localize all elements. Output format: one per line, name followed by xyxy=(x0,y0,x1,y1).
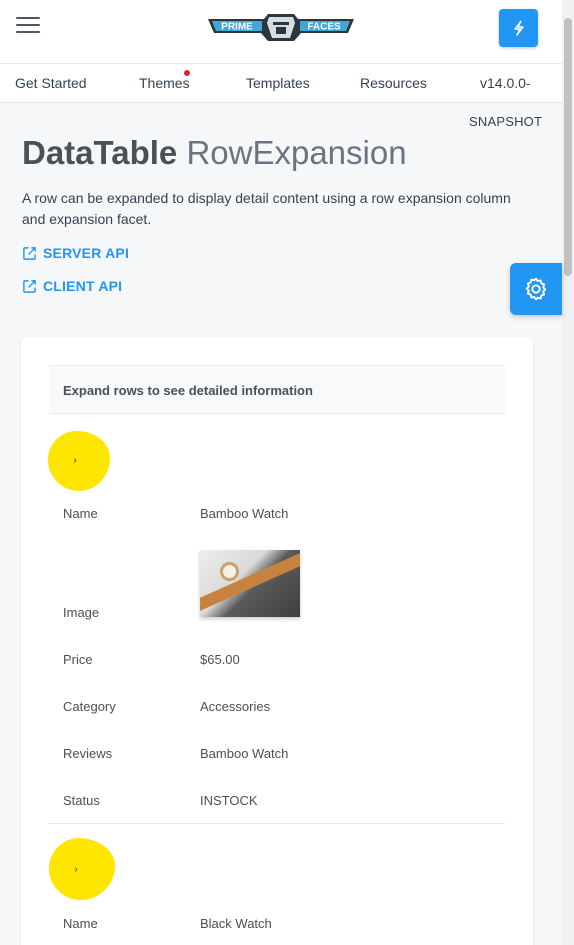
menu-bar: Get Started Themes Templates Resources v… xyxy=(0,64,562,103)
menu-item-version[interactable]: v14.0.0- xyxy=(480,75,531,91)
menu-item-templates[interactable]: Templates xyxy=(246,75,310,91)
server-api-label: SERVER API xyxy=(43,245,130,261)
page-title: DataTable RowExpansion xyxy=(22,134,407,172)
menu-item-get-started[interactable]: Get Started xyxy=(15,75,87,91)
logo-text-faces: FACES xyxy=(307,22,341,33)
client-api-link[interactable]: CLIENT API xyxy=(22,278,122,294)
scrollbar[interactable] xyxy=(562,0,574,945)
top-bar: PRIME FACES xyxy=(0,0,562,64)
detail-label-status: Status xyxy=(63,793,100,808)
external-link-icon xyxy=(23,246,36,260)
detail-label-name: Name xyxy=(63,506,98,521)
lightning-icon xyxy=(513,20,524,36)
logo-text-prime: PRIME xyxy=(221,22,253,33)
version-snapshot-label[interactable]: SNAPSHOT xyxy=(469,114,542,129)
hamburger-menu-icon[interactable] xyxy=(16,15,40,35)
notification-dot xyxy=(184,70,190,76)
detail-label-image: Image xyxy=(63,605,100,620)
row-toggler-icon[interactable]: › xyxy=(68,861,84,877)
detail-label-name: Name xyxy=(63,916,98,931)
page-title-light: RowExpansion xyxy=(186,134,407,171)
row-toggler-icon[interactable]: › xyxy=(67,452,83,468)
table-header-text: Expand rows to see detailed information xyxy=(63,383,313,398)
detail-value-price: $65.00 xyxy=(200,652,240,667)
detail-value-name: Bamboo Watch xyxy=(200,506,289,521)
external-link-icon xyxy=(23,279,36,293)
page-description: A row can be expanded to display detail … xyxy=(22,190,511,227)
detail-value-category: Accessories xyxy=(200,699,271,714)
page-title-bold: DataTable xyxy=(22,134,178,171)
row-divider xyxy=(49,823,505,824)
menu-item-resources[interactable]: Resources xyxy=(360,75,427,91)
scrollbar-thumb[interactable] xyxy=(564,18,572,276)
config-button[interactable] xyxy=(510,263,562,315)
gear-icon xyxy=(525,277,547,301)
detail-value-reviews: Bamboo Watch xyxy=(200,746,289,761)
detail-label-reviews: Reviews xyxy=(63,746,113,761)
table-header: Expand rows to see detailed information xyxy=(49,365,505,414)
lightning-button[interactable] xyxy=(499,9,538,47)
detail-label-price: Price xyxy=(63,652,93,667)
server-api-link[interactable]: SERVER API xyxy=(22,245,129,261)
client-api-label: CLIENT API xyxy=(43,278,123,294)
menu-item-themes[interactable]: Themes xyxy=(139,75,190,91)
detail-label-category: Category xyxy=(63,699,116,714)
detail-value-status: INSTOCK xyxy=(200,793,258,808)
product-image xyxy=(200,550,300,617)
detail-value-name: Black Watch xyxy=(200,916,272,931)
primefaces-logo[interactable]: PRIME FACES xyxy=(206,10,356,44)
